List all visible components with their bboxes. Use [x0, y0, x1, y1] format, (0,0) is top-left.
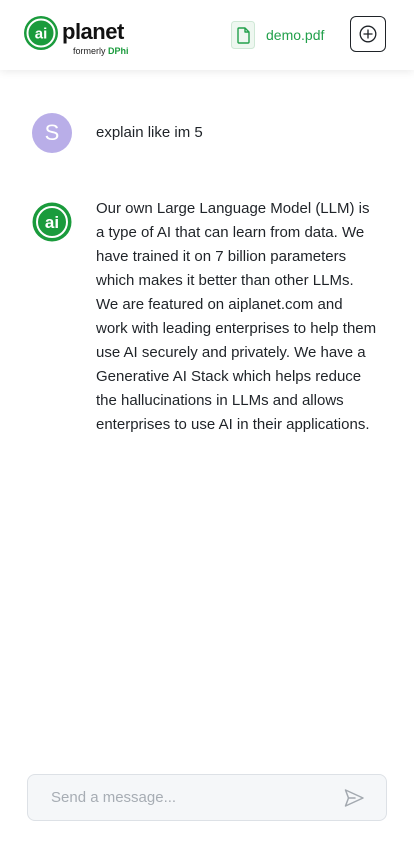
- logo-tagline-prefix: formerly: [73, 46, 109, 56]
- logo-tagline: formerly DPhi: [73, 46, 129, 56]
- send-icon[interactable]: [343, 787, 365, 809]
- message-input[interactable]: [28, 775, 328, 820]
- user-avatar: S: [32, 113, 72, 153]
- user-message-text: explain like im 5: [96, 124, 203, 141]
- svg-text:ai: ai: [35, 26, 48, 43]
- chat-app: ai planet formerly DPhi demo.pdf S expla…: [0, 0, 414, 858]
- svg-text:ai: ai: [45, 213, 59, 232]
- file-icon: [231, 21, 255, 49]
- document-link[interactable]: demo.pdf: [231, 21, 324, 49]
- ai-planet-logo[interactable]: ai planet formerly DPhi: [23, 15, 143, 57]
- plus-circle-icon: [359, 25, 377, 43]
- assistant-avatar: ai: [32, 202, 72, 242]
- logo-tagline-brand: DPhi: [108, 46, 129, 56]
- new-chat-button[interactable]: [350, 16, 386, 52]
- ai-logo-icon: ai: [24, 16, 58, 50]
- document-name: demo.pdf: [266, 27, 325, 43]
- top-bar: ai planet formerly DPhi demo.pdf: [0, 0, 414, 70]
- message-composer: [27, 774, 387, 821]
- assistant-message-text: Our own Large Language Model (LLM) is a …: [96, 200, 377, 433]
- logo-wordmark: planet: [62, 19, 124, 44]
